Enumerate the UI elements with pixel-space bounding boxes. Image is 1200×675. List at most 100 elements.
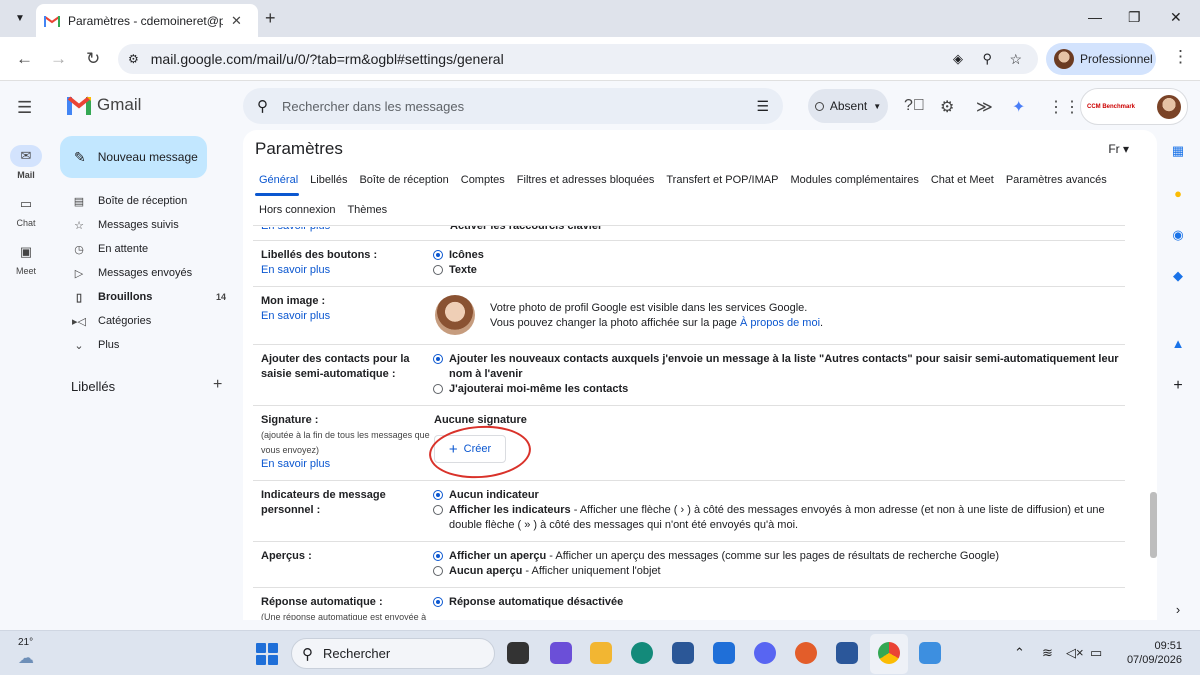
tab-general[interactable]: Général bbox=[253, 174, 304, 186]
radio-unselected[interactable] bbox=[433, 265, 443, 275]
rail-meet[interactable]: ▣ Meet bbox=[0, 241, 52, 276]
gmail-logo[interactable]: Gmail bbox=[67, 95, 141, 115]
apps-grid-icon[interactable]: ⋮⋮ bbox=[1048, 97, 1080, 117]
file-explorer-icon[interactable] bbox=[590, 642, 612, 664]
profile-photo[interactable] bbox=[435, 295, 475, 335]
tab-accounts[interactable]: Comptes bbox=[455, 174, 511, 186]
learn-more-link[interactable]: En savoir plus bbox=[261, 310, 330, 322]
start-button[interactable] bbox=[256, 643, 278, 665]
nav-item-more[interactable]: ⌄ Plus bbox=[60, 334, 230, 356]
back-arrow-icon[interactable]: ← bbox=[16, 49, 33, 69]
radio-selected[interactable] bbox=[433, 597, 443, 607]
about-me-link[interactable]: À propos de moi bbox=[740, 317, 820, 329]
outlook-icon[interactable] bbox=[713, 642, 735, 664]
gemini-sparkle-icon[interactable]: ✦ bbox=[1012, 97, 1025, 117]
drive-icon[interactable]: ▲ bbox=[1170, 336, 1186, 351]
rail-mail[interactable]: ✉ Mail bbox=[0, 145, 52, 180]
discord-icon[interactable] bbox=[754, 642, 776, 664]
radio-text[interactable]: Texte bbox=[433, 263, 1128, 278]
expand-side-panel-icon[interactable]: › bbox=[1170, 602, 1186, 617]
help-icon[interactable]: ?⃝ bbox=[904, 97, 925, 115]
settings-gear-icon[interactable]: ⚙ bbox=[940, 97, 954, 117]
radio-selected[interactable] bbox=[433, 354, 443, 364]
rail-chat[interactable]: ▭ Chat bbox=[0, 193, 52, 228]
radio-auto-add-contacts[interactable]: Ajouter les nouveaux contacts auxquels j… bbox=[433, 352, 1128, 382]
learn-more-link[interactable]: En savoir plus bbox=[261, 264, 330, 276]
radio-auto-reply-off[interactable]: Réponse automatique désactivée bbox=[433, 595, 1128, 610]
wifi-icon[interactable]: ≋ bbox=[1042, 645, 1053, 661]
tab-offline[interactable]: Hors connexion bbox=[253, 204, 341, 216]
radio-no-indicator[interactable]: Aucun indicateur bbox=[433, 488, 1128, 503]
gemini-extension-icon[interactable]: ≫ bbox=[976, 97, 993, 117]
volume-muted-icon[interactable]: ◁× bbox=[1066, 645, 1084, 661]
zoom-icon[interactable]: ⚲ bbox=[982, 51, 992, 67]
nav-item-categories[interactable]: ▸◁ Catégories bbox=[60, 310, 230, 332]
status-chip[interactable]: Absent ▼ bbox=[808, 89, 888, 123]
nav-item-sent[interactable]: ▷ Messages envoyés bbox=[60, 262, 230, 284]
tab-close-icon[interactable]: ✕ bbox=[231, 13, 242, 29]
learn-more-link[interactable]: En savoir plus bbox=[261, 458, 330, 470]
radio-no-preview[interactable]: Aucun aperçu - Afficher uniquement l'obj… bbox=[433, 564, 1128, 579]
learn-more-link[interactable]: En savoir plus bbox=[261, 227, 330, 232]
tasks-icon[interactable]: ◉ bbox=[1170, 227, 1186, 243]
add-label-plus-icon[interactable]: + bbox=[213, 376, 222, 394]
tab-forwarding[interactable]: Transfert et POP/IMAP bbox=[660, 174, 784, 186]
radio-unselected[interactable] bbox=[433, 384, 443, 394]
forward-arrow-icon[interactable]: → bbox=[50, 49, 67, 69]
restore-icon[interactable]: ❐ bbox=[1128, 9, 1141, 26]
nav-item-starred[interactable]: ☆ Messages suivis bbox=[60, 214, 230, 236]
tab-chat-meet[interactable]: Chat et Meet bbox=[925, 174, 1000, 186]
search-input[interactable]: Rechercher dans les messages bbox=[282, 99, 756, 114]
radio-icons[interactable]: Icônes bbox=[433, 248, 1128, 263]
search-options-icon[interactable]: ☰ bbox=[756, 98, 769, 115]
tab-addons[interactable]: Modules complémentaires bbox=[784, 174, 924, 186]
reload-icon[interactable]: ↻ bbox=[86, 49, 100, 69]
browser-profile-chip[interactable]: Professionnel bbox=[1046, 43, 1156, 75]
tab-list-chevron-icon[interactable]: ▼ bbox=[10, 8, 30, 28]
radio-show-preview[interactable]: Afficher un aperçu - Afficher un aperçu … bbox=[433, 549, 1128, 564]
store-icon[interactable] bbox=[672, 642, 694, 664]
minimize-icon[interactable]: — bbox=[1088, 9, 1102, 25]
radio-unselected[interactable] bbox=[433, 505, 443, 515]
tab-advanced[interactable]: Paramètres avancés bbox=[1000, 174, 1113, 186]
site-settings-icon[interactable]: ⚙ bbox=[128, 52, 139, 66]
nav-item-snoozed[interactable]: ◷ En attente bbox=[60, 238, 230, 260]
radio-selected[interactable] bbox=[433, 490, 443, 500]
language-selector[interactable]: Fr ▾ bbox=[1108, 142, 1129, 156]
tab-filters[interactable]: Filtres et adresses bloquées bbox=[511, 174, 661, 186]
chrome-icon[interactable] bbox=[878, 642, 900, 664]
radio-selected[interactable] bbox=[433, 250, 443, 260]
clock[interactable]: 09:51 07/09/2026 bbox=[1118, 639, 1182, 667]
keep-icon[interactable]: ● bbox=[1170, 186, 1186, 201]
new-tab-plus-icon[interactable]: + bbox=[265, 8, 276, 29]
scrollbar-thumb[interactable] bbox=[1150, 492, 1157, 558]
contacts-icon[interactable]: ◆ bbox=[1170, 268, 1186, 284]
battery-icon[interactable]: ▭ bbox=[1090, 645, 1102, 661]
tray-chevron-up-icon[interactable]: ⌃ bbox=[1014, 645, 1025, 661]
tab-labels[interactable]: Libellés bbox=[304, 174, 353, 186]
browser-tab[interactable]: Paramètres - cdemoineret@phc ✕ bbox=[36, 4, 258, 37]
radio-unselected[interactable] bbox=[433, 566, 443, 576]
close-window-icon[interactable]: ✕ bbox=[1170, 9, 1182, 26]
get-addons-plus-icon[interactable]: + bbox=[1170, 377, 1186, 395]
extension-diamond-icon[interactable]: ◈ bbox=[953, 51, 963, 67]
task-view-icon[interactable] bbox=[507, 642, 529, 664]
radio-selected[interactable] bbox=[433, 551, 443, 561]
search-icon[interactable]: ⚲ bbox=[257, 97, 268, 115]
nav-item-drafts[interactable]: ▯ Brouillons 14 bbox=[60, 286, 230, 308]
main-menu-icon[interactable]: ☰ bbox=[17, 98, 32, 118]
vpn-icon[interactable] bbox=[795, 642, 817, 664]
word-icon[interactable] bbox=[836, 642, 858, 664]
snipping-tool-icon[interactable] bbox=[919, 642, 941, 664]
radio-show-indicators[interactable]: Afficher les indicateurs - Afficher une … bbox=[433, 503, 1128, 533]
edge-icon[interactable] bbox=[631, 642, 653, 664]
browser-menu-icon[interactable]: ⋮ bbox=[1172, 47, 1189, 67]
radio-manual-contacts[interactable]: J'ajouterai moi-même les contacts bbox=[433, 382, 1128, 397]
tab-inbox[interactable]: Boîte de réception bbox=[353, 174, 454, 186]
account-switcher[interactable]: CCM Benchmark bbox=[1080, 88, 1188, 125]
weather-widget[interactable]: 21° ☁ bbox=[18, 637, 34, 668]
calendar-icon[interactable]: ▦ bbox=[1170, 143, 1186, 159]
compose-button[interactable]: ✎ Nouveau message bbox=[60, 136, 207, 178]
nav-item-inbox[interactable]: ▤ Boîte de réception bbox=[60, 190, 230, 212]
omnibox[interactable]: ⚙ mail.google.com/mail/u/0/?tab=rm&ogbl#… bbox=[118, 44, 1038, 74]
